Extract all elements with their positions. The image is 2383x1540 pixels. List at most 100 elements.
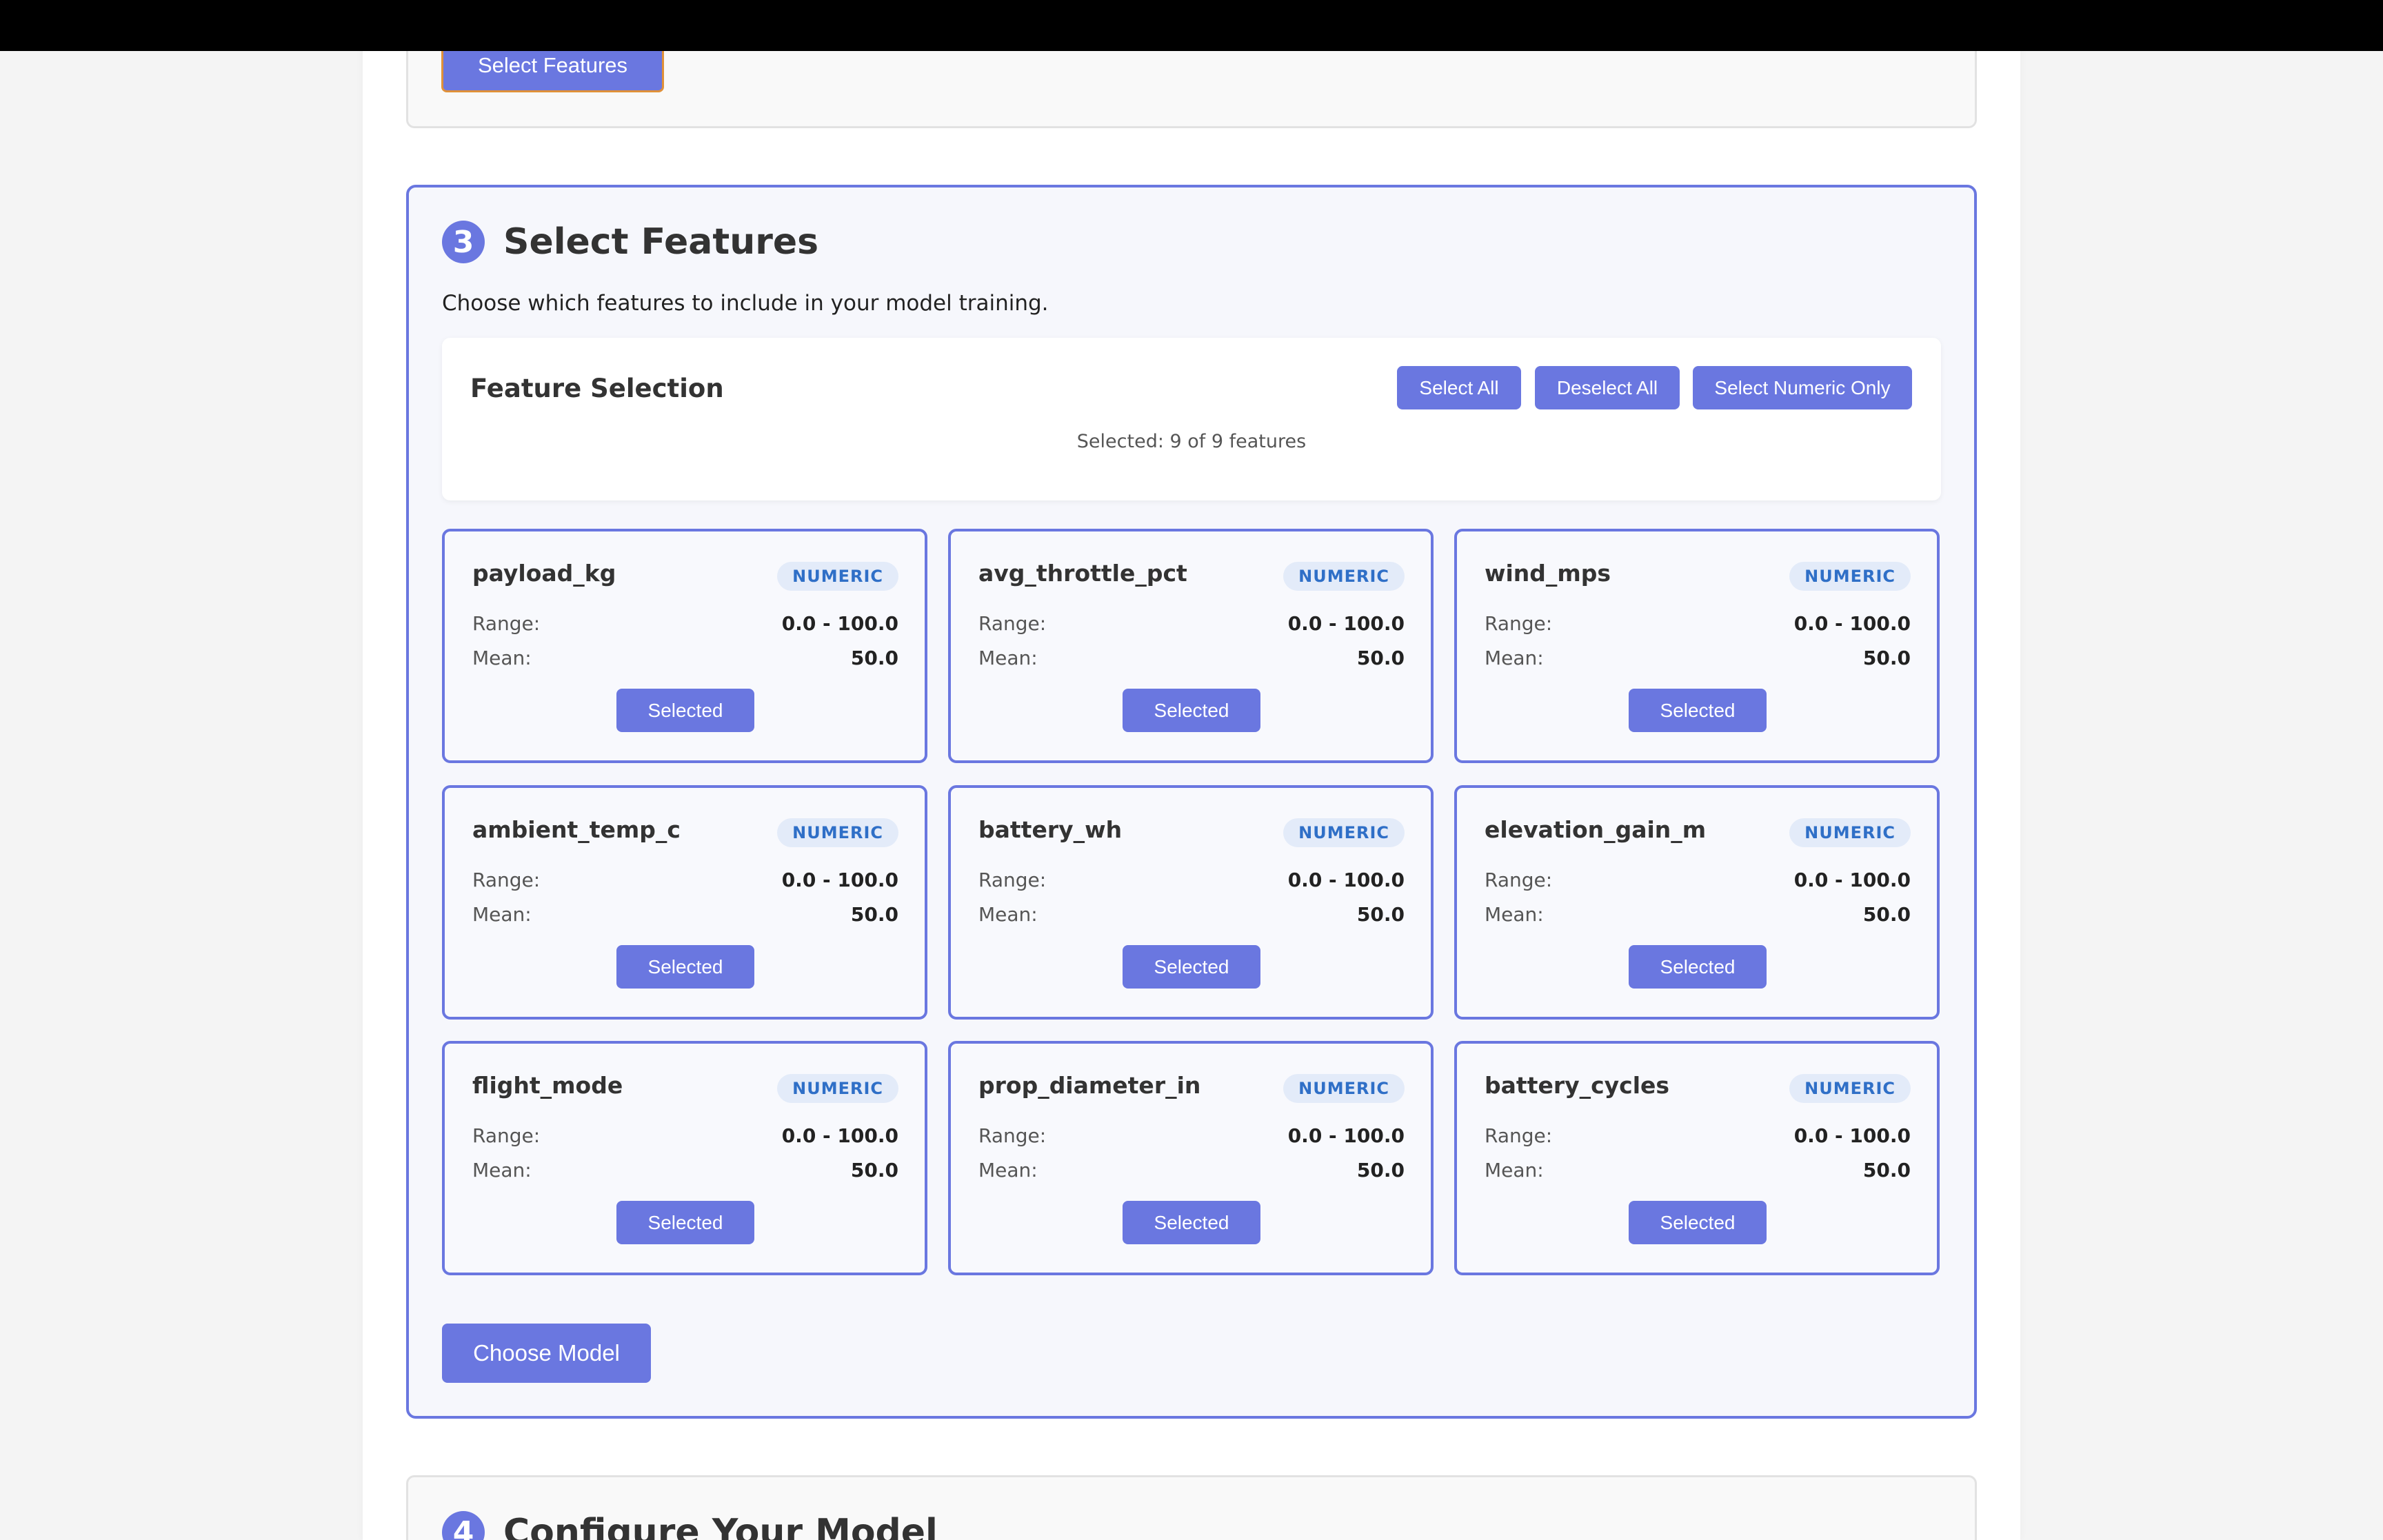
range-label: Range:: [472, 868, 541, 891]
step-title: Select Features: [503, 221, 819, 263]
feature-name: prop_diameter_in: [978, 1072, 1201, 1099]
feature-type-badge: NUMERIC: [777, 818, 898, 847]
range-label: Range:: [978, 868, 1047, 891]
feature-card[interactable]: prop_diameter_in NUMERIC Range: 0.0 - 100.0…: [948, 1041, 1434, 1275]
mean-value: 50.0: [850, 902, 898, 926]
range-label: Range:: [978, 611, 1047, 635]
feature-name: elevation_gain_m: [1485, 816, 1707, 843]
feature-selected-button[interactable]: Selected: [1123, 689, 1260, 732]
feature-range-row: Range: 0.0 - 100.0: [472, 611, 898, 636]
mean-label: Mean:: [1485, 1158, 1544, 1182]
feature-range-row: Range: 0.0 - 100.0: [1485, 867, 1911, 892]
mean-value: 50.0: [1356, 646, 1405, 669]
feature-range-row: Range: 0.0 - 100.0: [978, 1123, 1405, 1148]
feature-name: flight_mode: [472, 1072, 623, 1099]
range-label: Range:: [1485, 611, 1553, 635]
mean-value: 50.0: [1862, 902, 1911, 926]
feature-range-row: Range: 0.0 - 100.0: [472, 867, 898, 892]
feature-name: wind_mps: [1485, 560, 1611, 587]
feature-selection-panel: [442, 338, 1941, 500]
range-label: Range:: [472, 1124, 541, 1147]
feature-range-row: Range: 0.0 - 100.0: [978, 611, 1405, 636]
mean-value: 50.0: [1356, 1158, 1405, 1182]
step-description: Choose which features to include in your…: [442, 291, 1049, 316]
mean-value: 50.0: [850, 1158, 898, 1182]
feature-selected-button[interactable]: Selected: [1629, 1201, 1767, 1244]
feature-mean-row: Mean: 50.0: [1485, 1157, 1911, 1182]
mean-value: 50.0: [1862, 1158, 1911, 1182]
feature-type-badge: NUMERIC: [1283, 562, 1405, 591]
feature-name: battery_cycles: [1485, 1072, 1670, 1099]
range-label: Range:: [1485, 868, 1553, 891]
range-value: 0.0 - 100.0: [1793, 611, 1911, 635]
step-4-title: Configure Your Model: [503, 1512, 938, 1540]
feature-selected-button[interactable]: Selected: [616, 1201, 754, 1244]
range-label: Range:: [1485, 1124, 1553, 1147]
feature-selected-button[interactable]: Selected: [1123, 1201, 1260, 1244]
feature-card[interactable]: avg_throttle_pct NUMERIC Range: 0.0 - 100.0…: [948, 529, 1434, 763]
step-number-badge: 3: [442, 221, 485, 263]
mean-label: Mean:: [978, 1158, 1038, 1182]
mean-label: Mean:: [1485, 646, 1544, 669]
select-numeric-only-button[interactable]: Select Numeric Only: [1693, 366, 1912, 409]
range-value: 0.0 - 100.0: [781, 1124, 898, 1147]
feature-card[interactable]: wind_mps NUMERIC Range: 0.0 - 100.0 Mean: 50.…: [1454, 529, 1940, 763]
feature-card[interactable]: payload_kg NUMERIC Range: 0.0 - 100.0 Mean: 5…: [442, 529, 927, 763]
feature-type-badge: NUMERIC: [1789, 1074, 1911, 1103]
selection-status: Selected: 9 of 9 features: [1076, 431, 1307, 452]
range-value: 0.0 - 100.0: [1287, 868, 1405, 891]
feature-range-row: Range: 0.0 - 100.0: [978, 867, 1405, 892]
feature-card[interactable]: flight_mode NUMERIC Range: 0.0 - 100.0 Mean:…: [442, 1041, 927, 1275]
feature-range-row: Range: 0.0 - 100.0: [472, 1123, 898, 1148]
feature-mean-row: Mean: 50.0: [1485, 902, 1911, 926]
feature-selected-button[interactable]: Selected: [616, 945, 754, 989]
mean-value: 50.0: [850, 646, 898, 669]
select-features-button-label: Select Features: [477, 53, 628, 77]
range-value: 0.0 - 100.0: [1287, 1124, 1405, 1147]
range-label: Range:: [472, 611, 541, 635]
choose-model-button[interactable]: Choose Model: [442, 1324, 651, 1383]
feature-type-badge: NUMERIC: [777, 562, 898, 591]
range-value: 0.0 - 100.0: [1793, 1124, 1911, 1147]
browser-top-bar: [0, 0, 2383, 51]
mean-label: Mean:: [472, 902, 532, 926]
feature-selected-button[interactable]: Selected: [1629, 945, 1767, 989]
mean-label: Mean:: [472, 1158, 532, 1182]
feature-mean-row: Mean: 50.0: [978, 902, 1405, 926]
feature-name: payload_kg: [472, 560, 616, 587]
feature-mean-row: Mean: 50.0: [978, 1157, 1405, 1182]
feature-selected-button[interactable]: Selected: [1629, 689, 1767, 732]
feature-card[interactable]: battery_cycles NUMERIC Range: 0.0 - 100.0 Me…: [1454, 1041, 1940, 1275]
feature-mean-row: Mean: 50.0: [1485, 645, 1911, 670]
mean-label: Mean:: [978, 902, 1038, 926]
feature-range-row: Range: 0.0 - 100.0: [1485, 1123, 1911, 1148]
feature-type-badge: NUMERIC: [1789, 818, 1911, 847]
mean-value: 50.0: [1356, 902, 1405, 926]
range-value: 0.0 - 100.0: [781, 611, 898, 635]
deselect-all-button[interactable]: Deselect All: [1535, 366, 1680, 409]
feature-mean-row: Mean: 50.0: [472, 902, 898, 926]
feature-selected-button[interactable]: Selected: [1123, 945, 1260, 989]
feature-mean-row: Mean: 50.0: [978, 645, 1405, 670]
select-all-button[interactable]: Select All: [1397, 366, 1521, 409]
feature-mean-row: Mean: 50.0: [472, 645, 898, 670]
feature-type-badge: NUMERIC: [1789, 562, 1911, 591]
feature-selected-button[interactable]: Selected: [616, 689, 754, 732]
mean-value: 50.0: [1862, 646, 1911, 669]
feature-name: battery_wh: [978, 816, 1123, 843]
feature-card[interactable]: elevation_gain_m NUMERIC Range: 0.0 - 100.0…: [1454, 785, 1940, 1020]
feature-mean-row: Mean: 50.0: [472, 1157, 898, 1182]
feature-range-row: Range: 0.0 - 100.0: [1485, 611, 1911, 636]
feature-type-badge: NUMERIC: [1283, 1074, 1405, 1103]
mean-label: Mean:: [978, 646, 1038, 669]
range-value: 0.0 - 100.0: [1287, 611, 1405, 635]
range-value: 0.0 - 100.0: [781, 868, 898, 891]
feature-card[interactable]: battery_wh NUMERIC Range: 0.0 - 100.0 Mean: 5…: [948, 785, 1434, 1020]
feature-type-badge: NUMERIC: [1283, 818, 1405, 847]
feature-name: ambient_temp_c: [472, 816, 681, 843]
mean-label: Mean:: [472, 646, 532, 669]
feature-selection-title: Feature Selection: [470, 374, 724, 403]
mean-label: Mean:: [1485, 902, 1544, 926]
feature-card[interactable]: ambient_temp_c NUMERIC Range: 0.0 - 100.0 Me…: [442, 785, 927, 1020]
feature-type-badge: NUMERIC: [777, 1074, 898, 1103]
